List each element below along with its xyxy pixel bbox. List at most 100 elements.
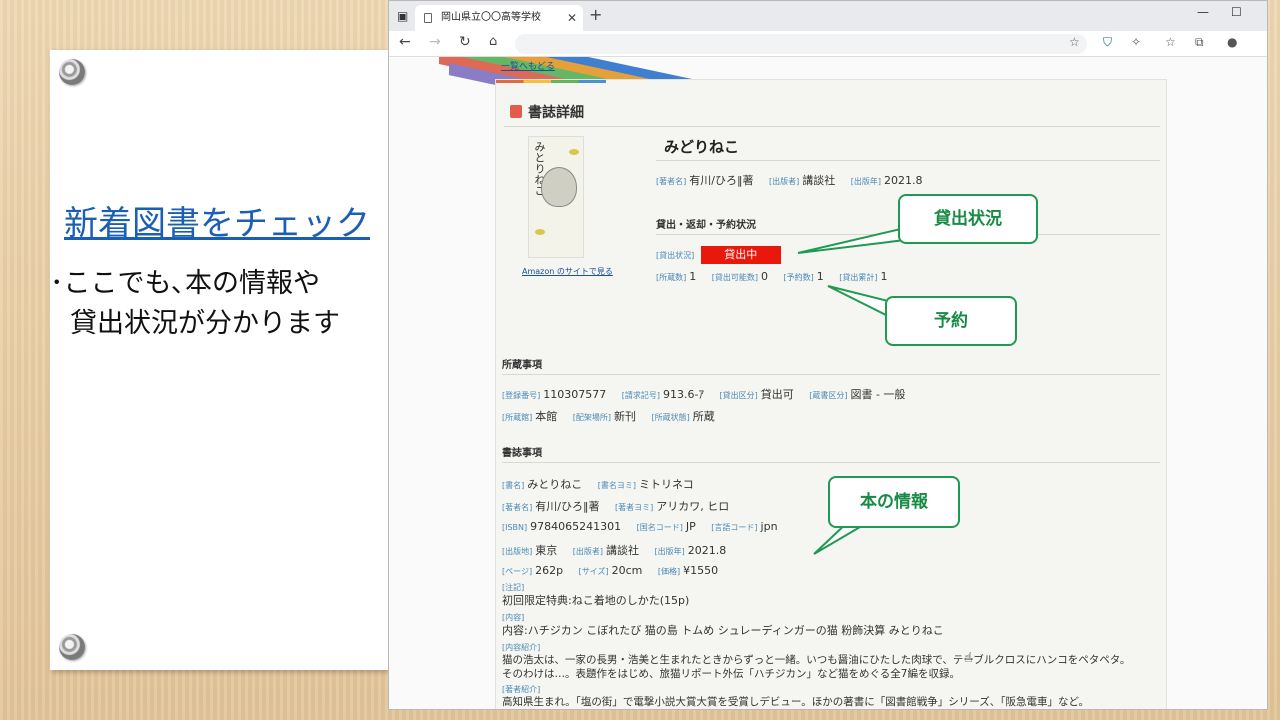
biblio-row-place: [出版地] 東京 [出版者] 講談社 [出版年] 2021.8: [502, 542, 738, 558]
note-text: 初回限定特典:ねこ着地のしかた(15p): [502, 594, 690, 607]
slide-bullet-line2: 貸出状況が分かります: [70, 308, 340, 339]
extensions-icon[interactable]: ✧: [1131, 35, 1141, 49]
contents-text: 内容:ハチジカン こぼれたび 猫の島 トムめ シュレーディンガーの猫 粉飾決算 …: [502, 624, 944, 637]
shelf-label: [配架場所]: [572, 413, 611, 422]
category-value: 図書 - 一般: [850, 388, 906, 401]
loan-status-label: [貸出状況]: [656, 251, 695, 260]
author-yomi-value: アリカワ, ヒロ: [656, 500, 730, 513]
biblio-row-isbn: [ISBN] 9784065241301 [国名コード] JP [言語コード] jpn: [502, 520, 790, 533]
book-info-callout: 本の情報: [828, 476, 960, 528]
publisher-label: [出版者]: [572, 547, 603, 556]
reload-icon[interactable]: ↻: [459, 34, 471, 50]
home-icon[interactable]: ⌂: [489, 34, 497, 49]
loan-total-value: 1: [880, 270, 888, 283]
year-value: 2021.8: [883, 174, 923, 187]
amazon-link[interactable]: Amazon のサイトで見る: [522, 266, 613, 277]
publisher-label: [出版者]: [768, 177, 800, 186]
page-content: 一覧へもどる 書誌詳細 みとりねこ Amazon のサイトで見る みどりねこ […: [389, 57, 1267, 709]
forward-icon[interactable]: →: [429, 34, 441, 50]
price-label: [価格]: [657, 567, 681, 576]
year-value: 2021.8: [687, 544, 727, 557]
shield-icon[interactable]: ⛉: [1103, 35, 1112, 50]
loan-status-callout: 貸出状況: [898, 194, 1038, 244]
author-label: [著者名]: [656, 177, 687, 186]
size-label: [サイズ]: [578, 567, 609, 576]
divider: [656, 160, 1160, 161]
lang-label: [言語コード]: [711, 523, 758, 532]
pushpin-icon: [59, 634, 85, 660]
loanclass-value: 貸出可: [760, 388, 794, 401]
profile-icon[interactable]: ●: [1227, 35, 1237, 49]
available-value: 0: [761, 270, 768, 283]
slide-panel: 新着図書をチェック ･ここでも､本の情報や 貸出状況が分かります: [50, 50, 388, 670]
holding-row-1: [登録番号] 110307577 [請求記号] 913.6-ｱ [貸出区分] 貸出可 …: [502, 386, 917, 402]
tab-title: 岡山県立〇〇高等学校: [441, 12, 541, 23]
available-label: [貸出可能数]: [711, 273, 758, 282]
state-value: 所蔵: [692, 410, 715, 423]
back-to-list-link[interactable]: 一覧へもどる: [501, 59, 555, 72]
country-value: JP: [685, 520, 696, 533]
loan-heading: 貸出・返却・予約状況: [656, 220, 756, 231]
close-tab-icon[interactable]: ✕: [567, 5, 577, 31]
new-tab-icon[interactable]: +: [589, 5, 602, 24]
book-cover-image[interactable]: みとりねこ: [528, 136, 584, 258]
divider: [502, 462, 1160, 463]
slide-heading: 新着図書をチェック: [64, 204, 370, 244]
price-value: ¥1550: [683, 564, 719, 577]
call-value: 913.6-ｱ: [663, 388, 704, 401]
author-yomi-label: [著者ヨミ]: [614, 503, 654, 512]
back-icon[interactable]: ←: [399, 34, 411, 50]
call-label: [請求記号]: [621, 391, 660, 400]
biblio-row-pages: [ページ] 262p [サイズ] 20cm [価格] ¥1550: [502, 564, 730, 577]
intro-text-line2: そのわけは…。表題作をはじめ、旅猫リポート外伝「ハチジカン」など猫をめぐる全7編…: [502, 668, 960, 680]
intro-text-line1: 猫の浩太は、一家の長男・浩美と生まれたときからずっと一緒。いつも醤油にひたした肉…: [502, 654, 1131, 666]
collections-icon[interactable]: ⧉: [1195, 35, 1204, 50]
section-title-text: 書誌詳細: [528, 105, 584, 121]
toolbar: ← → ↻ ⌂ ☆ ⛉ ✧ ☆ ⧉ ●: [389, 31, 1267, 57]
owned-value: 1: [689, 270, 697, 283]
tab-actions-icon[interactable]: ▣: [397, 9, 408, 23]
author-intro-text: 高知県生まれ。「塩の街」で電撃小説大賞大賞を受賞しデビュー。ほかの著書に「図書館…: [502, 696, 1089, 708]
reservation-value: 1: [816, 270, 824, 283]
location-label: [所蔵館]: [502, 413, 533, 422]
status-badge: 貸出中: [700, 246, 781, 264]
title-value: みとりねこ: [527, 478, 583, 491]
flower-icon: [535, 229, 545, 235]
page-icon: [424, 13, 432, 23]
favorite-add-icon[interactable]: ☆: [1069, 35, 1080, 49]
biblio-row-title: [書名] みとりねこ [書名ヨミ] ミトリネコ: [502, 476, 706, 492]
book-icon: [510, 105, 522, 118]
cat-illustration: [541, 167, 577, 207]
section-title: 書誌詳細: [510, 102, 584, 122]
yomi-value: ミトリネコ: [639, 478, 694, 491]
reservation-callout: 予約: [885, 296, 1017, 346]
reg-value: 110307577: [543, 388, 607, 401]
favorites-icon[interactable]: ☆: [1165, 35, 1176, 49]
loan-counts-row: [所蔵数] 1 [貸出可能数] 0 [予約数] 1 [貸出累計] 1: [656, 270, 900, 283]
holding-row-2: [所蔵館] 本館 [配架場所] 新刊 [所蔵状態] 所蔵: [502, 408, 727, 424]
bibliographic-detail: 書誌詳細 みとりねこ Amazon のサイトで見る みどりねこ [著者名] 有川/…: [495, 79, 1167, 709]
state-label: [所蔵状態]: [651, 413, 690, 422]
publisher-value: 講談社: [802, 174, 836, 187]
divider: [504, 126, 1160, 127]
holding-heading: 所蔵事項: [502, 360, 542, 371]
tab-bar: ▣ 岡山県立〇〇高等学校 ✕ + — ☐: [389, 1, 1267, 31]
color-bar: [496, 80, 606, 83]
loan-total-label: [貸出累計]: [839, 273, 878, 282]
author-value: 有川/ひろ‖著: [535, 500, 600, 513]
pushpin-icon: [59, 59, 85, 85]
book-title: みどりねこ: [664, 138, 740, 156]
publisher-value: 講談社: [606, 544, 639, 557]
title-label: [書名]: [502, 481, 525, 490]
maximize-icon[interactable]: ☐: [1231, 5, 1242, 19]
lang-value: jpn: [760, 520, 778, 533]
pages-value: 262p: [535, 564, 564, 577]
address-bar[interactable]: [515, 34, 1087, 54]
place-value: 東京: [535, 544, 558, 557]
browser-tab[interactable]: 岡山県立〇〇高等学校 ✕: [415, 5, 583, 31]
minimize-icon[interactable]: —: [1197, 5, 1209, 19]
location-value: 本館: [535, 410, 558, 423]
browser-window: ▣ 岡山県立〇〇高等学校 ✕ + — ☐ ← → ↻ ⌂ ☆ ⛉ ✧ ☆ ⧉ ●…: [388, 0, 1268, 710]
biblio-heading: 書誌事項: [502, 448, 542, 459]
book-meta: [著者名] 有川/ひろ‖著 [出版者] 講談社 [出版年] 2021.8: [656, 172, 934, 188]
